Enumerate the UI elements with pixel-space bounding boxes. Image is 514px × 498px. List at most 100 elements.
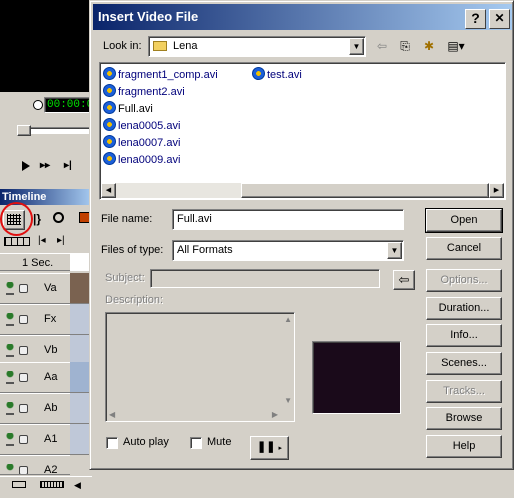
track-name: Va bbox=[44, 282, 57, 294]
track-row-fx[interactable]: Fx bbox=[0, 304, 70, 335]
play-icon[interactable] bbox=[22, 161, 30, 171]
cancel-button[interactable]: Cancel bbox=[426, 237, 502, 260]
track-lane[interactable] bbox=[70, 362, 90, 393]
up-folder-icon[interactable]: ⎘ bbox=[396, 37, 414, 57]
horizontal-scrollbar[interactable]: ◀ ▶ bbox=[101, 183, 504, 198]
go-start-icon[interactable]: |◂ bbox=[38, 235, 46, 246]
help-title-button[interactable]: ? bbox=[465, 9, 486, 29]
visibility-icon[interactable] bbox=[6, 371, 14, 384]
lock-icon[interactable] bbox=[19, 315, 28, 324]
visibility-icon[interactable] bbox=[6, 464, 14, 474]
track-row-a2[interactable]: A2 bbox=[0, 455, 70, 475]
browse-button[interactable]: Browse bbox=[426, 407, 502, 430]
description-label: Description: bbox=[105, 294, 164, 306]
list-item[interactable]: lena0009.avi bbox=[103, 152, 180, 168]
slider-thumb[interactable] bbox=[17, 125, 31, 136]
file-list[interactable]: fragment1_comp.avi fragment2.avi Full.av… bbox=[99, 62, 506, 200]
magnifier-icon[interactable] bbox=[53, 212, 64, 223]
pause-button[interactable]: ❚❚ ▸ bbox=[250, 436, 289, 460]
lock-icon[interactable] bbox=[19, 373, 28, 382]
view-menu-icon[interactable]: ▤▾ bbox=[442, 37, 470, 57]
timeline-scale-icon[interactable] bbox=[40, 481, 64, 488]
back-arrow-icon[interactable]: ⇦ bbox=[393, 270, 415, 290]
files-of-type-label: Files of type: bbox=[101, 244, 164, 256]
info-button[interactable]: Info... bbox=[426, 324, 502, 347]
dialog-title-bar[interactable]: Insert Video File ? ✕ bbox=[93, 4, 512, 30]
list-item[interactable]: test.avi bbox=[252, 67, 302, 83]
razor-icon[interactable]: |} bbox=[33, 212, 41, 226]
clock-icon bbox=[33, 100, 43, 110]
file-name-field[interactable]: Full.avi bbox=[172, 209, 404, 230]
subject-field bbox=[150, 269, 380, 288]
scroll-left-icon[interactable]: ◀ bbox=[101, 183, 116, 198]
mute-checkbox[interactable] bbox=[190, 437, 202, 449]
file-name: lena0009.avi bbox=[118, 154, 181, 166]
track-name: A2 bbox=[44, 464, 58, 475]
avi-file-icon bbox=[103, 152, 116, 165]
help-button[interactable]: Help bbox=[426, 435, 502, 458]
list-item[interactable]: fragment1_comp.avi bbox=[103, 67, 218, 83]
lock-icon[interactable] bbox=[19, 466, 28, 474]
lock-icon[interactable] bbox=[19, 404, 28, 413]
scroll-right-icon: ▶ bbox=[271, 410, 278, 419]
list-item[interactable]: lena0007.avi bbox=[103, 135, 180, 151]
open-button[interactable]: Open bbox=[425, 208, 503, 233]
track-name: Ab bbox=[44, 402, 58, 414]
look-in-label: Look in: bbox=[103, 40, 142, 52]
visibility-icon[interactable] bbox=[6, 433, 14, 446]
close-icon[interactable]: ✕ bbox=[489, 9, 510, 29]
chevron-down-icon[interactable]: ▼ bbox=[349, 38, 364, 55]
track-row-va[interactable]: Va bbox=[0, 273, 70, 304]
track-row-a1[interactable]: A1 bbox=[0, 424, 70, 455]
list-item[interactable]: Full.avi bbox=[103, 101, 153, 117]
lock-icon[interactable] bbox=[19, 346, 28, 355]
file-name: Full.avi bbox=[118, 103, 153, 115]
track-lane[interactable] bbox=[70, 304, 90, 335]
duration-button[interactable]: Duration... bbox=[426, 297, 502, 320]
step-frame-icon[interactable]: ▸▸ bbox=[40, 160, 50, 171]
lock-icon[interactable] bbox=[19, 435, 28, 444]
avi-file-icon bbox=[103, 101, 116, 114]
files-of-type-value: All Formats bbox=[177, 244, 233, 256]
track-name: Vb bbox=[44, 344, 58, 356]
scroll-left-icon[interactable]: ◀ bbox=[74, 480, 81, 491]
track-lane[interactable] bbox=[70, 424, 90, 455]
scenes-button[interactable]: Scenes... bbox=[426, 352, 502, 375]
visibility-icon[interactable] bbox=[6, 282, 14, 295]
file-name-value: Full.avi bbox=[177, 213, 212, 225]
track-view-icon[interactable] bbox=[4, 237, 30, 246]
back-arrow-icon[interactable]: ⇦ bbox=[374, 37, 390, 57]
file-name: fragment1_comp.avi bbox=[118, 69, 218, 81]
list-item[interactable]: lena0005.avi bbox=[103, 118, 180, 134]
scroll-down-icon: ▼ bbox=[284, 396, 292, 405]
file-name: lena0005.avi bbox=[118, 120, 181, 132]
files-of-type-select[interactable]: All Formats ▼ bbox=[172, 240, 404, 261]
visibility-icon[interactable] bbox=[6, 313, 14, 326]
new-folder-icon[interactable]: ✱ bbox=[420, 37, 438, 57]
look-in-combo[interactable]: Lena ▼ bbox=[148, 36, 366, 57]
visibility-icon[interactable] bbox=[6, 402, 14, 415]
avi-file-icon bbox=[103, 84, 116, 97]
video-preview bbox=[312, 341, 401, 414]
avi-file-icon bbox=[252, 67, 265, 80]
timecode-display: 00:00:00 bbox=[44, 97, 100, 113]
auto-play-checkbox[interactable] bbox=[106, 437, 118, 449]
look-in-value: Lena bbox=[173, 40, 198, 52]
track-lane[interactable] bbox=[70, 393, 90, 424]
track-row-aa[interactable]: Aa bbox=[0, 362, 70, 393]
track-name: Aa bbox=[44, 371, 58, 383]
video-preview-area bbox=[0, 0, 92, 92]
visibility-icon[interactable] bbox=[6, 344, 14, 357]
options-button[interactable]: Options... bbox=[426, 269, 502, 292]
zoom-icon[interactable] bbox=[12, 481, 26, 488]
tracks-button[interactable]: Tracks... bbox=[426, 380, 502, 403]
scroll-right-icon[interactable]: ▶ bbox=[489, 183, 504, 198]
scroll-thumb[interactable] bbox=[241, 183, 489, 198]
list-item[interactable]: fragment2.avi bbox=[103, 84, 185, 100]
jump-end-icon[interactable]: ▸| bbox=[64, 160, 72, 171]
track-lane[interactable] bbox=[70, 273, 90, 304]
chevron-down-icon[interactable]: ▼ bbox=[387, 242, 402, 259]
track-row-ab[interactable]: Ab bbox=[0, 393, 70, 424]
go-next-icon[interactable]: ▸| bbox=[57, 235, 65, 246]
lock-icon[interactable] bbox=[19, 284, 28, 293]
